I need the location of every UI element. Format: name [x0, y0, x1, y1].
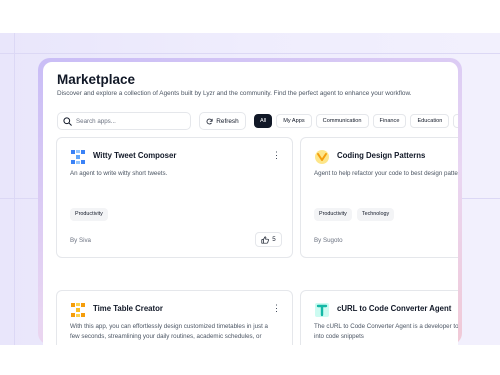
agent-card[interactable]: Time Table Creator ⋮ With this app, you … [56, 290, 293, 345]
card-author: By Siva [70, 237, 91, 244]
filter-chip-education[interactable]: Education [410, 114, 450, 128]
card-description: Agent to help refactor your code to best… [314, 170, 458, 177]
search-box[interactable] [57, 112, 191, 130]
card-tags: Productivity Technology [314, 208, 395, 221]
card-description: The cURL to Code Converter Agent is a de… [314, 323, 458, 340]
filter-chip-finance[interactable]: Finance [372, 114, 407, 128]
card-tags: Productivity [70, 208, 108, 221]
grid-line [0, 198, 38, 199]
grid-line [0, 53, 500, 54]
filter-chip-more[interactable]: P [453, 114, 458, 128]
card-title: cURL to Code Converter Agent [337, 304, 452, 313]
tag-badge: Technology [356, 208, 395, 221]
more-options-icon[interactable]: ⋮ [272, 150, 281, 162]
filter-chips: All My Apps Communication Finance Educat… [254, 114, 458, 128]
time-table-creator-icon [71, 303, 85, 317]
grid-line [462, 198, 500, 199]
card-author: By Sugoto [314, 237, 343, 244]
tag-badge: Productivity [314, 208, 352, 221]
page-title: Marketplace [57, 72, 136, 87]
agent-card[interactable]: Witty Tweet Composer ⋮ An agent to write… [56, 137, 293, 258]
card-description: An agent to write witty short tweets. [70, 170, 168, 177]
refresh-label: Refresh [216, 117, 239, 125]
like-button[interactable]: 5 [255, 232, 282, 247]
card-title: Witty Tweet Composer [93, 151, 177, 160]
agent-card[interactable]: Coding Design Patterns Agent to help ref… [300, 137, 458, 258]
grid-line [14, 33, 15, 345]
page-subtitle: Discover and explore a collection of Age… [57, 90, 412, 97]
refresh-icon [206, 118, 213, 124]
search-icon [63, 117, 72, 126]
card-title: Coding Design Patterns [337, 151, 426, 160]
card-description: With this app, you can effortlessly desi… [70, 323, 268, 340]
more-options-icon[interactable]: ⋮ [272, 303, 281, 315]
coding-design-patterns-icon [315, 150, 329, 164]
agent-card[interactable]: cURL to Code Converter Agent The cURL to… [300, 290, 458, 345]
filter-chip-my-apps[interactable]: My Apps [276, 114, 312, 128]
card-title: Time Table Creator [93, 304, 163, 313]
filter-chip-communication[interactable]: Communication [315, 114, 369, 128]
tag-badge: Productivity [70, 208, 108, 221]
refresh-button[interactable]: Refresh [199, 112, 246, 130]
curl-converter-icon [315, 303, 329, 317]
marketplace-panel: Marketplace Discover and explore a colle… [43, 62, 458, 345]
filter-chip-all[interactable]: All [254, 114, 273, 128]
witty-tweet-composer-icon [71, 150, 85, 164]
thumbs-up-icon [261, 235, 270, 244]
search-input[interactable] [76, 115, 186, 127]
like-count: 5 [272, 236, 276, 243]
